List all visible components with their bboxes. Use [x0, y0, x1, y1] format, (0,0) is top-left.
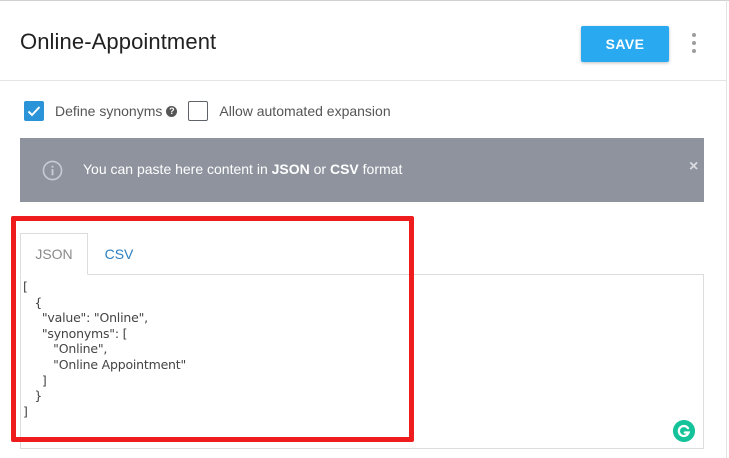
kebab-dot	[692, 49, 696, 53]
kebab-dot	[692, 33, 696, 37]
json-format-label: JSON	[271, 161, 310, 177]
csv-format-label: CSV	[329, 161, 359, 177]
define-synonyms-label: Define synonyms	[55, 103, 163, 119]
json-editor-content[interactable]: [ { "value": "Online", "synonyms": [ "On…	[23, 279, 186, 419]
info-banner: You can paste here content in JSON or CS…	[20, 138, 704, 202]
help-icon[interactable]: ?	[166, 105, 178, 117]
save-button[interactable]: SAVE	[581, 26, 669, 62]
check-icon	[27, 106, 41, 117]
page-header: Online-Appointment SAVE	[0, 1, 726, 81]
more-vertical-icon[interactable]	[690, 33, 698, 53]
close-icon[interactable]: ×	[689, 158, 698, 176]
page-title: Online-Appointment	[20, 29, 217, 54]
allow-expansion-label: Allow automated expansion	[219, 103, 391, 119]
kebab-dot	[692, 41, 696, 45]
allow-expansion-checkbox[interactable]	[188, 101, 209, 121]
define-synonyms-checkbox[interactable]	[24, 101, 44, 121]
tab-csv[interactable]: CSV	[88, 233, 150, 275]
json-editor[interactable]: [ { "value": "Online", "synonyms": [ "On…	[20, 274, 704, 449]
entity-options: Define synonyms ? Allow automated expans…	[24, 100, 391, 122]
format-tabs: JSON CSV	[20, 233, 150, 275]
grammarly-icon[interactable]	[673, 420, 695, 442]
right-divider	[726, 0, 727, 458]
info-icon	[42, 160, 63, 181]
tab-json[interactable]: JSON	[20, 233, 88, 275]
banner-message: You can paste here content in JSON or CS…	[83, 161, 403, 177]
